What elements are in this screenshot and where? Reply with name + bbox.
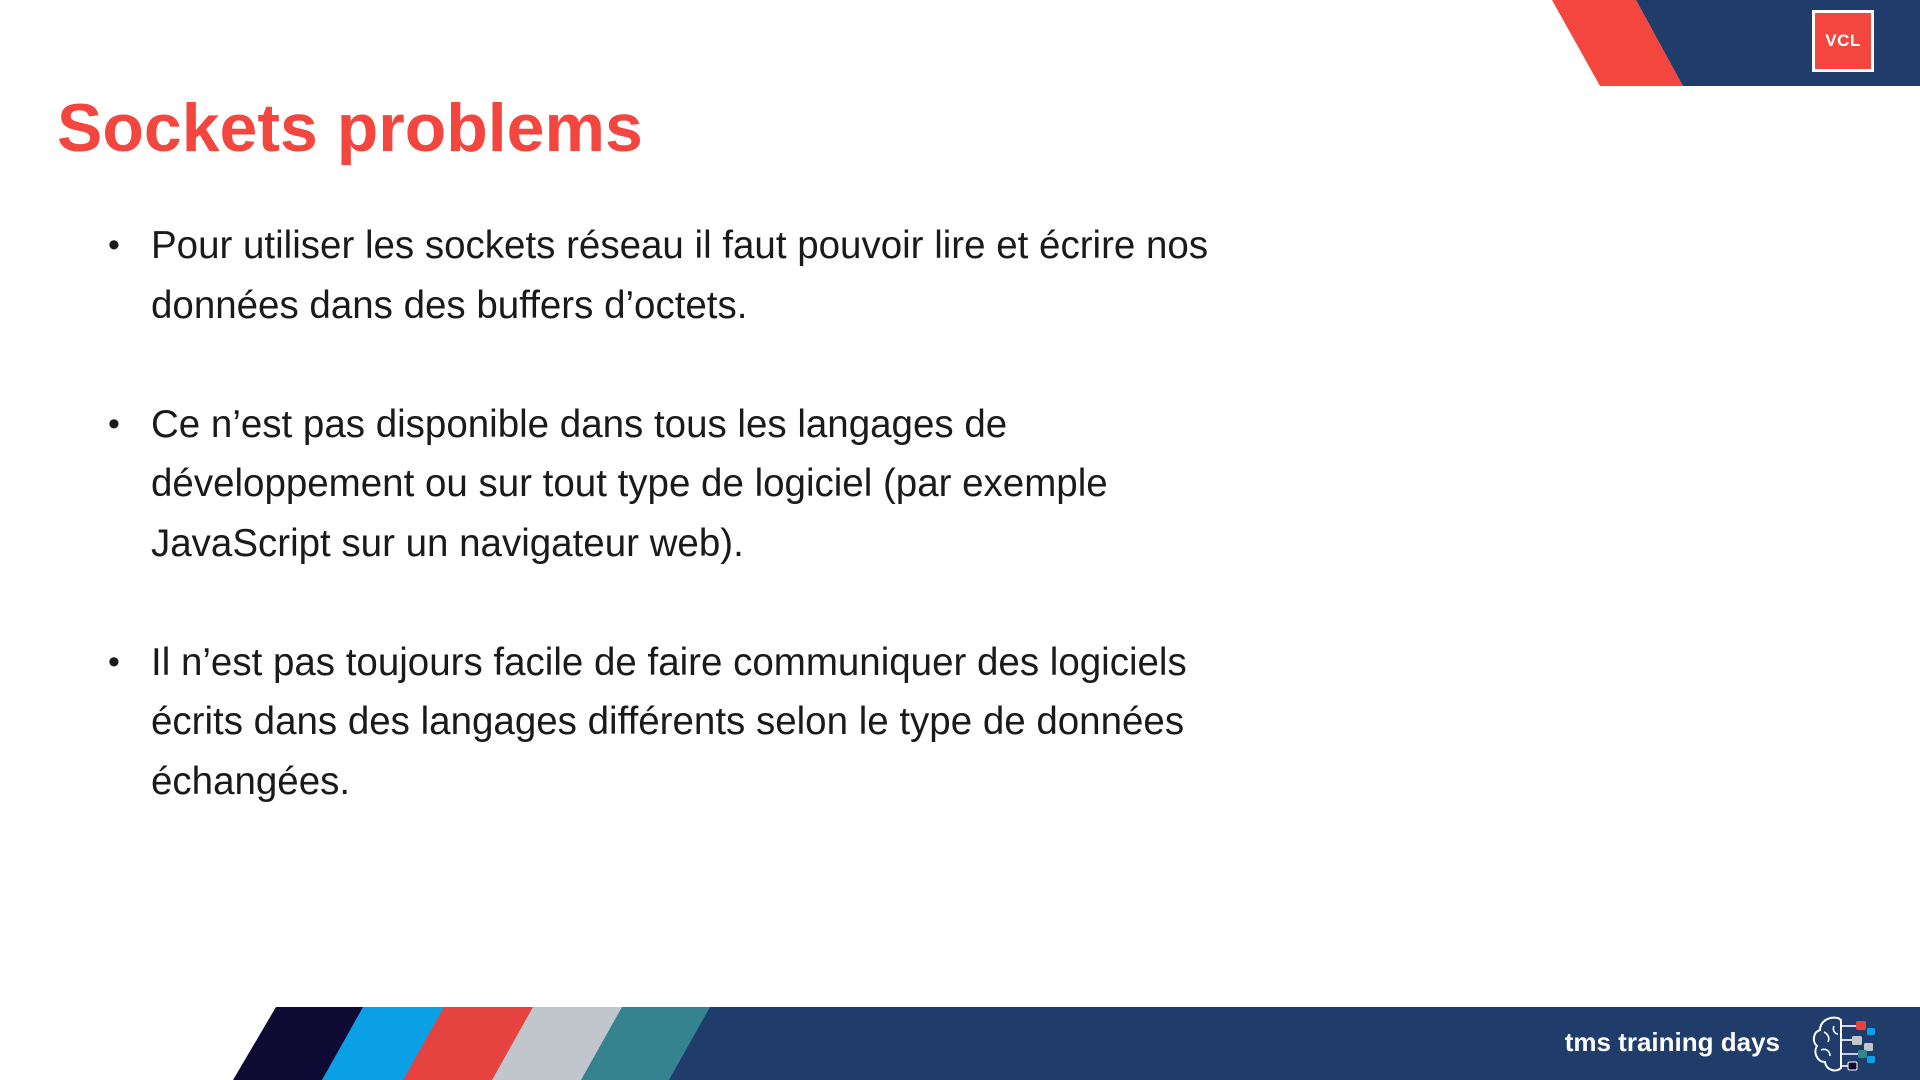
bullet-list: • Pour utiliser les sockets réseau il fa… (108, 216, 1238, 871)
bullet-text: Pour utiliser les sockets réseau il faut… (151, 224, 1209, 327)
slide-title: Sockets problems (57, 90, 643, 166)
top-navy-band (1636, 0, 1920, 86)
slide: VCL Sockets problems • Pour utiliser les… (0, 0, 1920, 1080)
top-decoration (1552, 0, 1920, 86)
bullet-dot-icon: • (108, 404, 120, 443)
bullet-item: • Ce n’est pas disponible dans tous les … (108, 395, 1238, 574)
logo-text: VCL (1825, 31, 1861, 50)
bullet-text: Il n’est pas toujours facile de faire co… (151, 640, 1187, 803)
brain-circuit-icon (1812, 1016, 1875, 1072)
bullet-item: • Pour utiliser les sockets réseau il fa… (108, 216, 1238, 335)
footer-brand-text: tms training days (1564, 1027, 1780, 1057)
bullet-dot-icon: • (108, 642, 120, 681)
vcl-logo-icon: VCL (1812, 10, 1874, 72)
bullet-item: • Il n’est pas toujours facile de faire … (108, 633, 1238, 812)
bullet-text: Ce n’est pas disponible dans tous les la… (151, 402, 1108, 565)
bullet-dot-icon: • (108, 226, 120, 264)
